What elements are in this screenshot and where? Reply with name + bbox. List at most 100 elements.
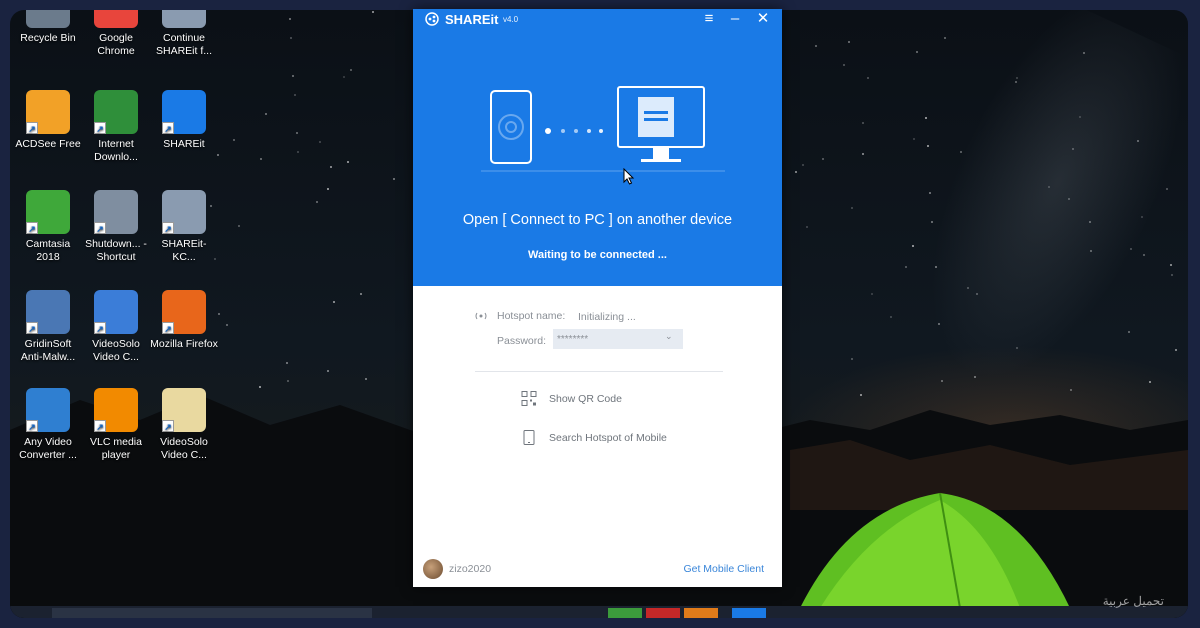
chevron-down-icon[interactable]: ⌄ [665,331,673,342]
star [1071,147,1074,150]
desktop-icon[interactable]: Google Chrome [82,10,150,58]
minimize-icon[interactable]: – [725,10,745,28]
watermark-text: تحميل عربية [1102,594,1164,608]
star [944,36,947,39]
shortcut-arrow-icon: ↗ [94,420,106,432]
close-icon[interactable]: ✕ [753,10,773,28]
monitor-icon [617,86,705,162]
desktop-icon-label: SHAREit-KC... [161,238,207,263]
desktop-icon[interactable]: ↗ Internet Downlo... [82,90,150,164]
desktop-icon[interactable]: ↗ VideoSolo Video C... [82,290,150,364]
desktop-icon[interactable]: ↗ GridinSoft Anti-Malw... [14,290,82,364]
taskbar-app-icon[interactable] [684,608,718,618]
idm-icon: ↗ [94,90,138,134]
star [364,378,367,381]
star [1136,139,1139,142]
desktop-icon-label: Mozilla Firefox [150,338,218,350]
password-field[interactable] [553,329,683,349]
star [295,132,298,135]
taskbar-app-icon[interactable] [646,608,680,618]
desktop-icon-label: ACDSee Free [15,138,81,150]
hamburger-menu-icon[interactable]: ≡ [699,10,719,28]
star [1090,249,1093,252]
desktop-icon[interactable]: ↗ Mozilla Firefox [150,290,218,351]
desktop-icon-label: VideoSolo Video C... [92,338,140,363]
acdsee-icon: ↗ [26,90,70,134]
star [1170,264,1173,267]
green-tent [800,492,1070,609]
connect-instruction: Open [ Connect to PC ] on another device [462,212,733,228]
star [959,150,962,153]
star [925,116,928,119]
star [226,324,229,327]
star [861,152,864,155]
avatar[interactable] [423,559,443,579]
star [289,18,292,21]
star [847,40,850,43]
star [292,75,295,78]
desktop-icon[interactable]: ↗ VideoSolo Video C... [150,388,218,462]
any-video-converter-icon: ↗ [26,388,70,432]
star [941,379,944,382]
star [1130,248,1133,251]
desktop-icon[interactable]: ↗ VLC media player [82,388,150,462]
shortcut-arrow-icon: ↗ [162,122,174,134]
desktop-icon[interactable]: ↗ Camtasia 2018 [14,190,82,264]
star [330,166,333,169]
shortcut-arrow-icon: ↗ [162,322,174,334]
star [359,292,362,295]
star [913,137,916,140]
shutdown-shortcut-icon: ↗ [94,190,138,234]
desktop-icon[interactable]: Recycle Bin [14,10,82,45]
star [347,161,350,164]
shortcut-arrow-icon: ↗ [94,222,106,234]
shortcut-arrow-icon: ↗ [26,322,38,334]
star [850,357,853,360]
star [973,375,976,378]
password-label: Password: [497,335,547,347]
shareit-logo-icon [425,12,439,26]
desktop-icon-label: Shutdown... - Shortcut [85,238,147,263]
star [1047,186,1050,189]
star [805,226,808,229]
desktop-icon[interactable]: ↗ Shutdown... - Shortcut [82,190,150,264]
get-mobile-client-link[interactable]: Get Mobile Client [683,563,764,575]
star [851,206,854,209]
star [1088,221,1091,224]
firefox-icon: ↗ [162,290,206,334]
taskbar-app-icon[interactable] [608,608,642,618]
taskbar-search-box[interactable] [52,608,372,618]
desktop-icon-label: GridinSoft Anti-Malw... [20,338,76,363]
star [293,94,296,97]
star [1174,349,1177,352]
desktop-icon-label: Camtasia 2018 [25,238,71,263]
taskbar-app-icon[interactable] [732,608,766,618]
title-bar: SHAREit v4.0 ≡ – ✕ [413,9,782,31]
shortcut-arrow-icon: ↗ [162,222,174,234]
recycle-bin-icon [26,10,70,28]
desktop-icon[interactable]: ↗ ACDSee Free [14,90,82,151]
desktop-icon-label: VLC media player [90,436,142,461]
desktop-icon[interactable]: ↗ SHAREit [150,90,218,151]
shortcut-arrow-icon: ↗ [94,122,106,134]
search-hotspot-label: Search Hotspot of Mobile [549,432,667,444]
gridinsoft-icon: ↗ [26,290,70,334]
camtasia-icon: ↗ [26,190,70,234]
connection-status: Waiting to be connected ... [528,249,667,261]
star [258,385,261,388]
desktop-icon[interactable]: ↗ SHAREit-KC... [150,190,218,264]
shortcut-arrow-icon: ↗ [162,420,174,432]
show-qr-code-label: Show QR Code [549,393,622,405]
shortcut-arrow-icon: ↗ [26,222,38,234]
star [238,224,241,227]
desktop-icon[interactable]: ↗ Any Video Converter ... [14,388,82,462]
star [296,151,299,154]
desktop-icon-label: Internet Downlo... [94,138,138,163]
desktop-icon-label: Google Chrome [97,32,135,57]
star [265,112,268,115]
hotspot-name-label: Hotspot name: [497,310,566,322]
star [1079,115,1082,118]
app-title: SHAREit [445,12,499,27]
desktop-icon[interactable]: Continue SHAREit f... [150,10,218,58]
star [233,139,236,142]
